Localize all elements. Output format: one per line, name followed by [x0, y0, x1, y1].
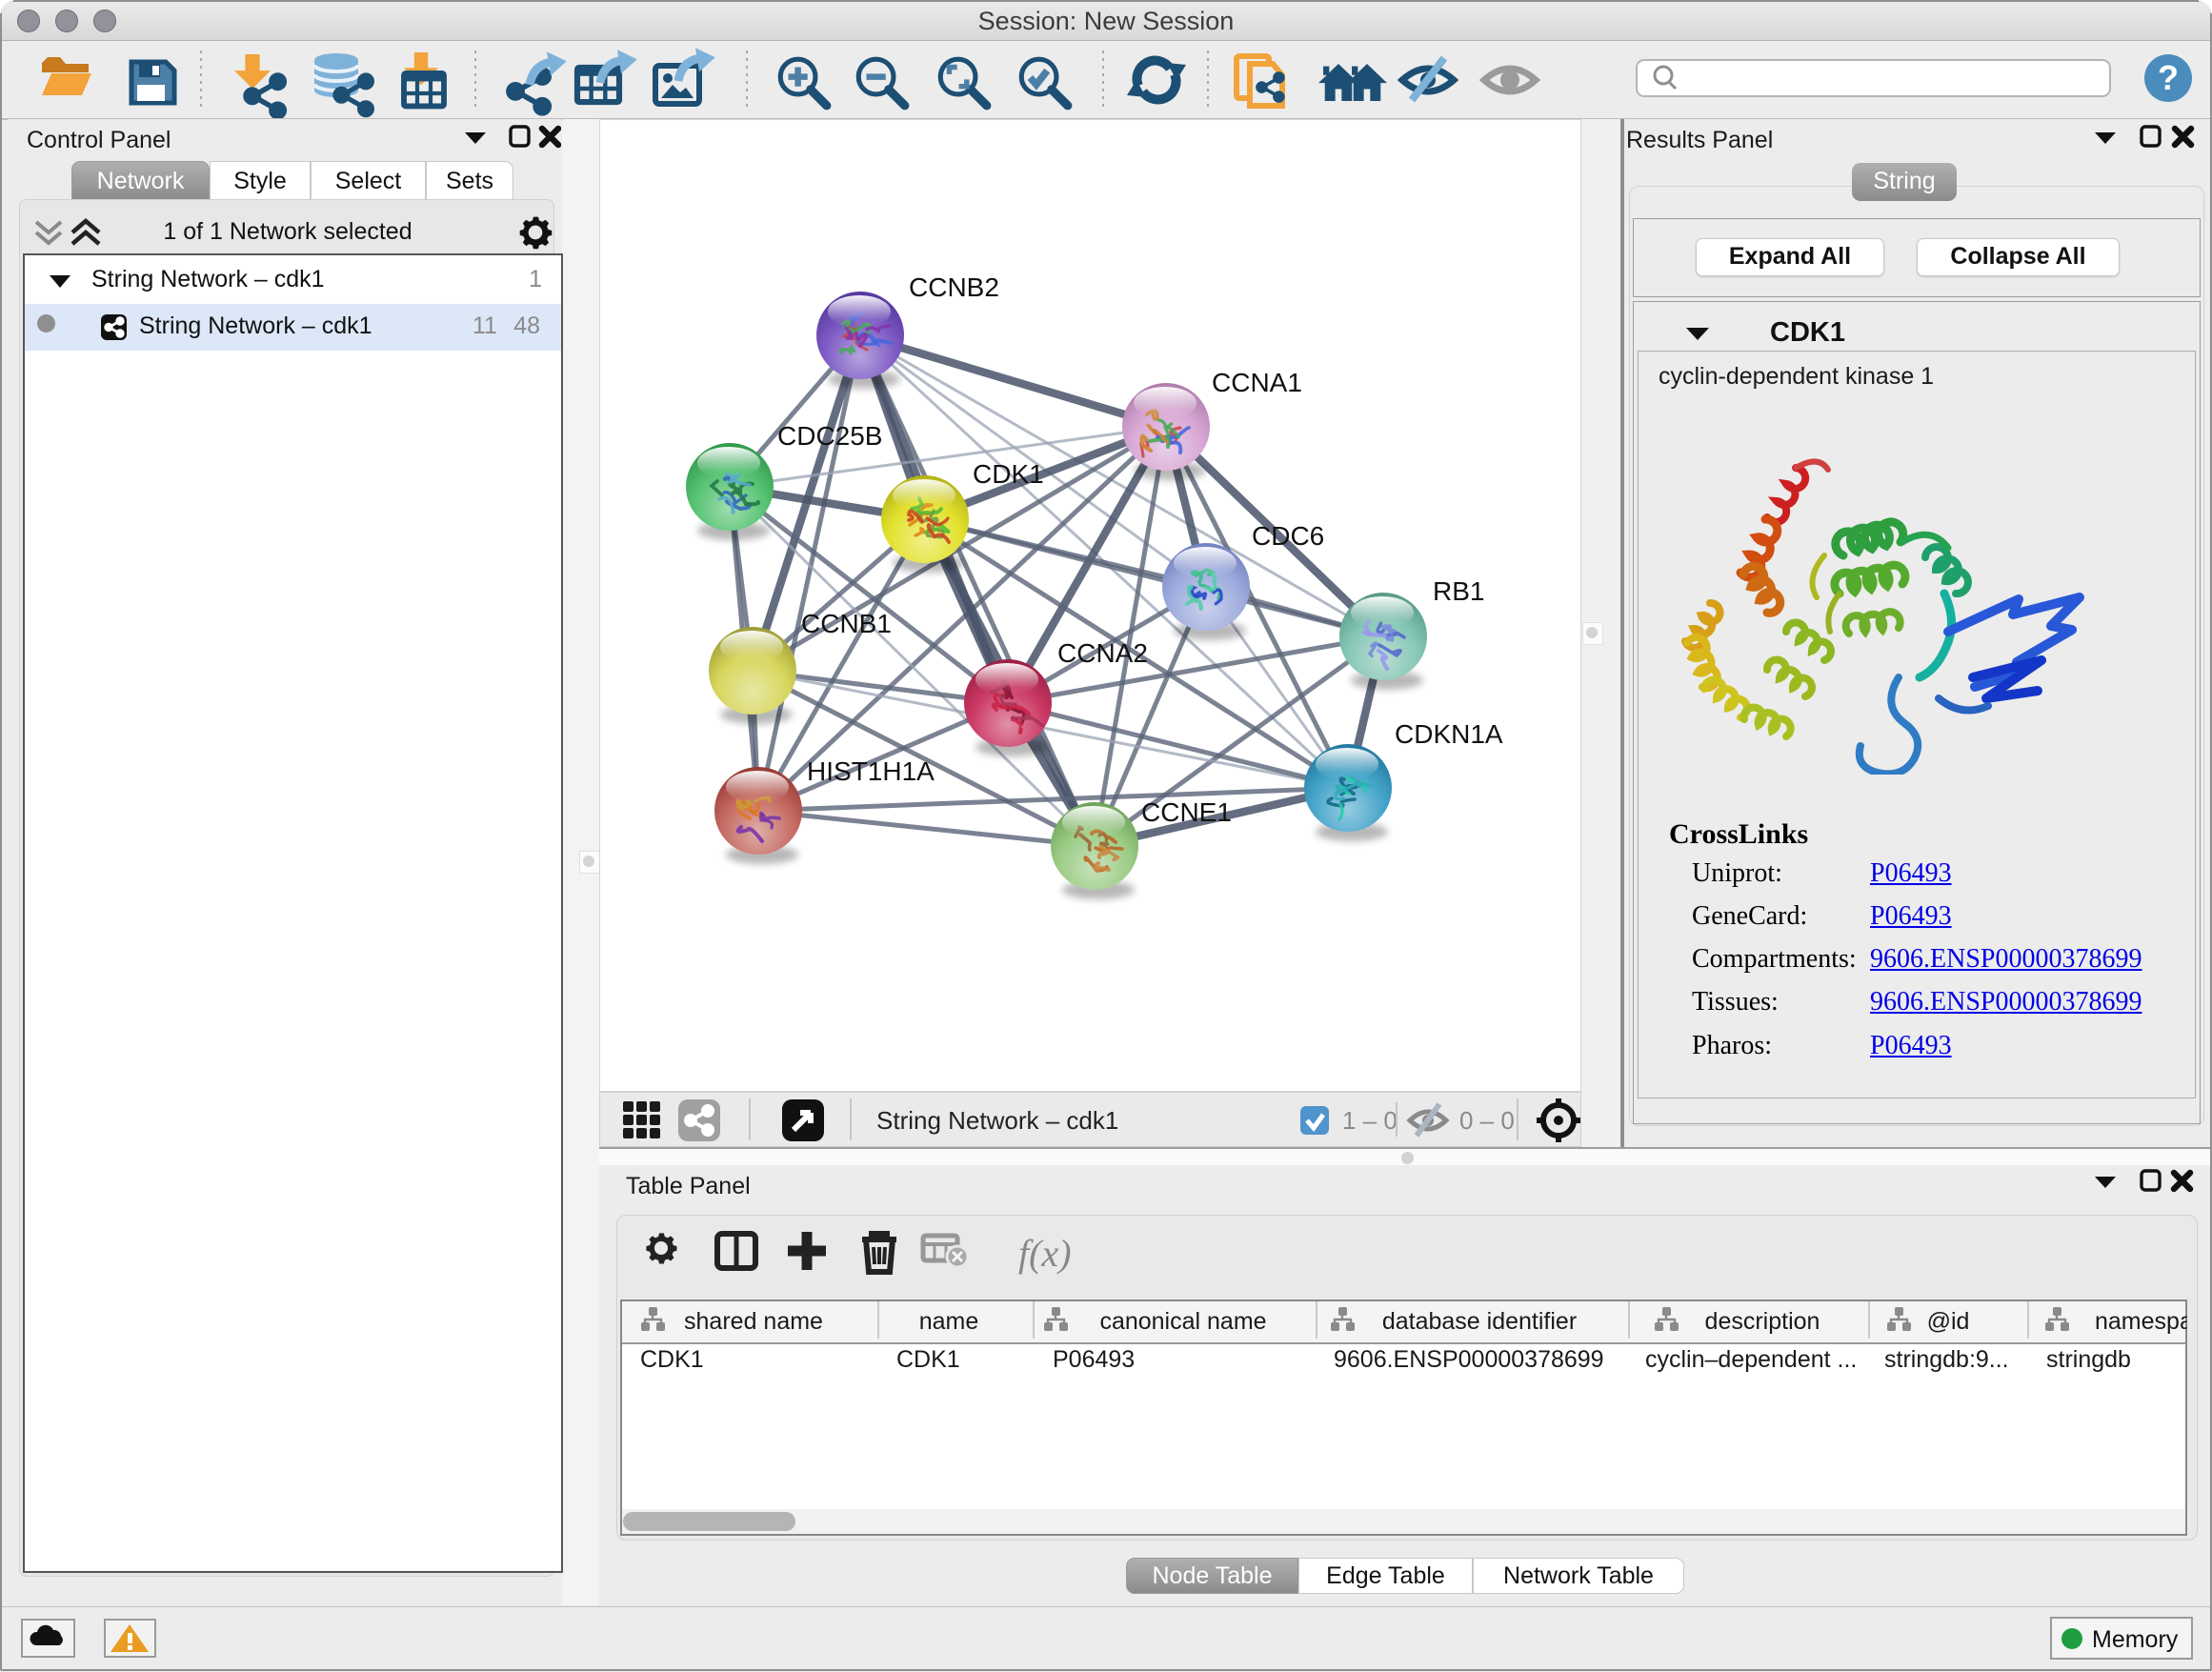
svg-text:cyclin–dependent ...: cyclin–dependent ... [1645, 1346, 1857, 1373]
svg-text:database identifier: database identifier [1382, 1308, 1577, 1335]
svg-text:0 – 0: 0 – 0 [1459, 1106, 1515, 1135]
svg-text:f(x): f(x) [1018, 1232, 1072, 1275]
svg-text:1 – 0: 1 – 0 [1342, 1106, 1398, 1135]
svg-text:RB1: RB1 [1433, 576, 1484, 606]
svg-text:@id: @id [1927, 1308, 1970, 1335]
svg-text:CDK1: CDK1 [973, 459, 1044, 489]
svg-text:P06493: P06493 [1053, 1346, 1135, 1373]
svg-text:stringdb: stringdb [2046, 1346, 2131, 1373]
svg-text:CDKN1A: CDKN1A [1395, 719, 1503, 749]
svg-text:CDK1: CDK1 [896, 1346, 960, 1373]
svg-text:String Network – cdk1: String Network – cdk1 [876, 1106, 1118, 1135]
svg-text:CCNB1: CCNB1 [801, 609, 892, 638]
svg-text:9606.ENSP00000378699: 9606.ENSP00000378699 [1334, 1346, 1604, 1373]
svg-text:CDK1: CDK1 [640, 1346, 704, 1373]
svg-text:CCNB2: CCNB2 [909, 272, 999, 302]
svg-text:CDC6: CDC6 [1252, 521, 1324, 551]
svg-text:shared name: shared name [684, 1308, 823, 1335]
svg-text:stringdb:9...: stringdb:9... [1884, 1346, 2009, 1373]
svg-text:CCNA1: CCNA1 [1212, 368, 1302, 397]
svg-text:CCNA2: CCNA2 [1057, 638, 1148, 668]
svg-text:?: ? [2158, 58, 2179, 97]
svg-text:canonical name: canonical name [1099, 1308, 1266, 1335]
svg-text:CDC25B: CDC25B [777, 421, 882, 451]
svg-text:CCNE1: CCNE1 [1141, 797, 1232, 827]
svg-text:description: description [1705, 1308, 1820, 1335]
svg-text:namespac: namespac [2095, 1308, 2187, 1335]
svg-text:HIST1H1A: HIST1H1A [807, 756, 935, 786]
svg-text:name: name [919, 1308, 979, 1335]
